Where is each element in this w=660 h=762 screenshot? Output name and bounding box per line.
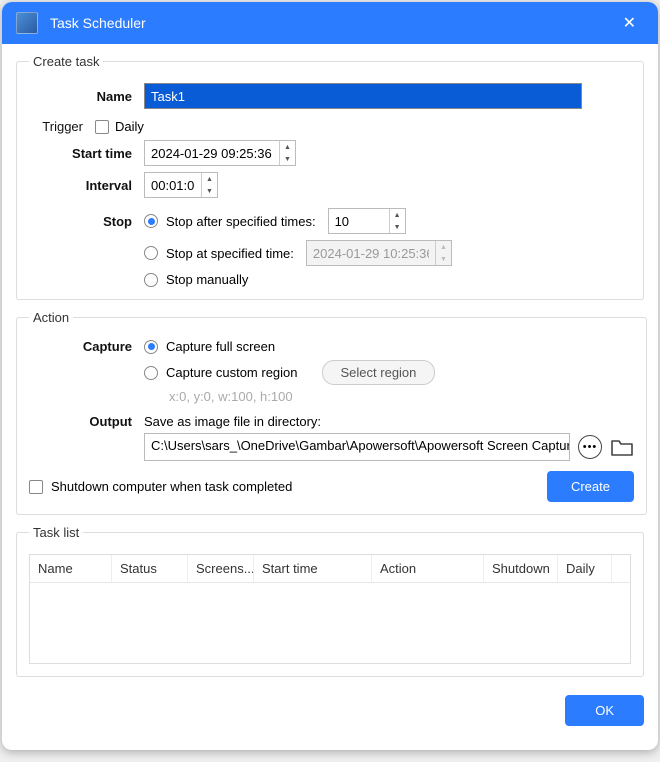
ok-button[interactable]: OK xyxy=(565,695,644,726)
capture-label: Capture xyxy=(29,339,144,354)
task-table: Name Status Screens... Start time Action… xyxy=(29,554,631,664)
interval-spinner[interactable]: ▲▼ xyxy=(201,173,217,197)
capture-custom-label: Capture custom region xyxy=(166,365,298,380)
window-body: Create task Name Trigger Daily Start tim… xyxy=(2,44,658,750)
more-icon[interactable]: ••• xyxy=(578,435,602,459)
stop-after-label: Stop after specified times: xyxy=(166,214,316,229)
stop-after-spinner[interactable]: ▲▼ xyxy=(389,209,405,233)
col-screens[interactable]: Screens... xyxy=(188,555,254,582)
daily-checkbox[interactable] xyxy=(95,120,109,134)
col-action[interactable]: Action xyxy=(372,555,484,582)
task-list-group: Task list Name Status Screens... Start t… xyxy=(16,525,644,677)
name-label: Name xyxy=(29,89,144,104)
daily-label: Daily xyxy=(115,119,144,134)
output-caption: Save as image file in directory: xyxy=(144,414,321,429)
task-table-header: Name Status Screens... Start time Action… xyxy=(30,555,630,583)
name-input[interactable] xyxy=(144,83,582,109)
start-time-label: Start time xyxy=(29,146,144,161)
task-list-legend: Task list xyxy=(29,525,83,540)
start-time-input[interactable]: ▲▼ xyxy=(144,140,296,166)
action-group: Action Capture Capture full screen Captu… xyxy=(16,310,647,515)
create-button[interactable]: Create xyxy=(547,471,634,502)
region-hint: x:0, y:0, w:100, h:100 xyxy=(169,389,634,404)
stop-at-label: Stop at specified time: xyxy=(166,246,294,261)
select-region-button[interactable]: Select region xyxy=(322,360,436,385)
close-icon[interactable]: ✕ xyxy=(615,9,644,37)
output-path-input[interactable]: C:\Users\sars_\OneDrive\Gambar\Apowersof… xyxy=(144,433,570,461)
start-time-spinner[interactable]: ▲▼ xyxy=(279,141,295,165)
interval-field[interactable] xyxy=(145,173,201,197)
stop-after-field[interactable] xyxy=(329,209,389,233)
titlebar: Task Scheduler ✕ xyxy=(2,2,658,44)
start-time-field[interactable] xyxy=(145,141,279,165)
capture-custom-radio[interactable] xyxy=(144,366,158,380)
stop-after-input[interactable]: ▲▼ xyxy=(328,208,406,234)
footer: OK xyxy=(16,687,644,726)
folder-icon[interactable] xyxy=(610,437,634,457)
stop-manually-radio[interactable] xyxy=(144,273,158,287)
create-task-group: Create task Name Trigger Daily Start tim… xyxy=(16,54,644,300)
stop-label: Stop xyxy=(29,214,144,229)
app-icon xyxy=(16,12,38,34)
stop-manually-label: Stop manually xyxy=(166,272,248,287)
interval-input[interactable]: ▲▼ xyxy=(144,172,218,198)
stop-at-spinner: ▲▼ xyxy=(435,241,451,265)
action-legend: Action xyxy=(29,310,73,325)
col-daily[interactable]: Daily xyxy=(558,555,612,582)
window: Task Scheduler ✕ Create task Name Trigge… xyxy=(2,2,658,750)
interval-label: Interval xyxy=(29,178,144,193)
col-start[interactable]: Start time xyxy=(254,555,372,582)
col-status[interactable]: Status xyxy=(112,555,188,582)
trigger-label: Trigger xyxy=(29,119,89,134)
stop-at-radio[interactable] xyxy=(144,246,158,260)
stop-at-field xyxy=(307,241,435,265)
col-shutdown[interactable]: Shutdown xyxy=(484,555,558,582)
col-name[interactable]: Name xyxy=(30,555,112,582)
stop-at-input[interactable]: ▲▼ xyxy=(306,240,452,266)
create-task-legend: Create task xyxy=(29,54,103,69)
capture-full-label: Capture full screen xyxy=(166,339,275,354)
shutdown-checkbox[interactable] xyxy=(29,480,43,494)
capture-full-radio[interactable] xyxy=(144,340,158,354)
output-label: Output xyxy=(29,414,144,429)
stop-after-radio[interactable] xyxy=(144,214,158,228)
shutdown-label: Shutdown computer when task completed xyxy=(51,479,292,494)
window-title: Task Scheduler xyxy=(50,15,615,31)
